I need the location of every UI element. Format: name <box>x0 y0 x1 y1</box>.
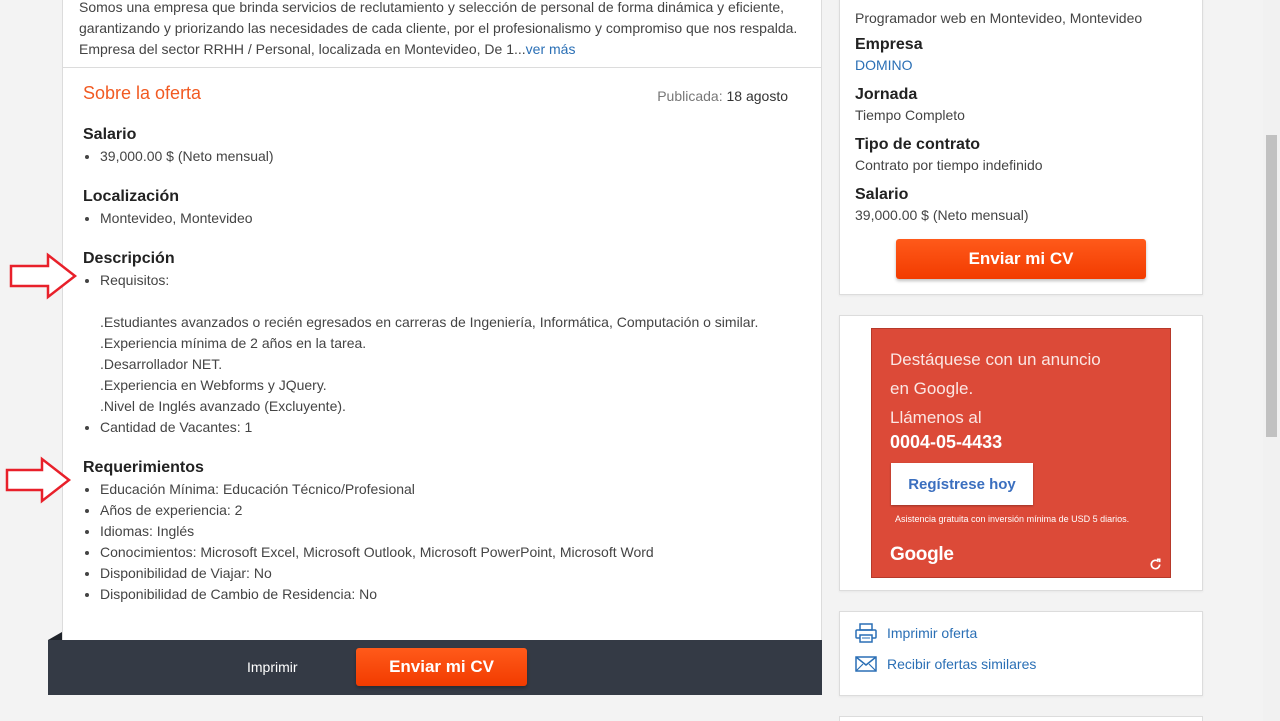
schedule-label: Jornada <box>855 86 918 103</box>
requirement-item: Conocimientos: Microsoft Excel, Microsof… <box>100 542 803 563</box>
location-value: Montevideo, Montevideo <box>100 208 803 229</box>
offer-details: Salario 39,000.00 $ (Neto mensual) Local… <box>83 124 803 624</box>
location-block: Localización Montevideo, Montevideo <box>83 186 803 229</box>
company-label: Empresa <box>855 36 923 53</box>
company-description-text: Somos una empresa que brinda servicios d… <box>79 0 798 57</box>
mail-icon <box>855 656 877 672</box>
requirement-item: Disponibilidad de Cambio de Residencia: … <box>100 584 803 605</box>
ad-register-button[interactable]: Regístrese hoy <box>891 463 1033 505</box>
schedule-summary: Jornada Tiempo Completo <box>855 86 965 123</box>
salary-summary-value: 39,000.00 $ (Neto mensual) <box>855 207 1029 223</box>
requirement-item: Idiomas: Inglés <box>100 521 803 542</box>
send-cv-button-side[interactable]: Enviar mi CV <box>896 239 1146 279</box>
description-block: Descripción Requisitos: .Estudiantes ava… <box>83 248 803 438</box>
requirement-item: Disponibilidad de Viajar: No <box>100 563 803 584</box>
job-detail-card: Somos una empresa que brinda servicios d… <box>62 0 822 650</box>
print-offer-label: Imprimir oferta <box>887 625 978 641</box>
see-more-link[interactable]: ver más <box>526 41 576 57</box>
print-button[interactable]: Imprimir <box>247 659 298 675</box>
job-summary-card: Programador web en Montevideo, Montevide… <box>839 0 1203 295</box>
published-date: Publicada: 18 agosto <box>657 88 788 104</box>
ad-headline: Destáquese con un anuncio en Google. Llá… <box>890 345 1101 432</box>
divider <box>63 67 821 68</box>
send-cv-button-bottom[interactable]: Enviar mi CV <box>356 648 527 686</box>
print-offer-link[interactable]: Imprimir oferta <box>855 623 977 643</box>
job-title-value: Programador web en Montevideo, Montevide… <box>855 10 1143 26</box>
description-line: .Experiencia mínima de 2 años en la tare… <box>100 335 367 351</box>
salary-summary: Salario 39,000.00 $ (Neto mensual) <box>855 186 1029 223</box>
requirements-intro-label: Requisitos: <box>100 272 170 288</box>
requirement-item: Años de experiencia: 2 <box>100 500 803 521</box>
google-logo: Google <box>890 544 954 565</box>
refresh-icon[interactable] <box>1149 558 1162 571</box>
description-heading: Descripción <box>83 250 175 267</box>
requirements-block: Requerimientos Educación Mínima: Educaci… <box>83 457 803 605</box>
printer-icon <box>855 623 877 643</box>
vacancies: Cantidad de Vacantes: 1 <box>100 417 803 438</box>
requirements-intro: Requisitos: .Estudiantes avanzados o rec… <box>100 270 803 417</box>
ad-line: en Google. <box>890 379 974 398</box>
action-bar-fold <box>48 632 62 640</box>
location-heading: Localización <box>83 188 180 205</box>
ad-card: Destáquese con un anuncio en Google. Llá… <box>839 315 1203 591</box>
salary-summary-label: Salario <box>855 186 909 203</box>
company-summary: Empresa DOMINO <box>855 36 923 73</box>
description-line: .Desarrollador NET. <box>100 356 223 372</box>
schedule-value: Tiempo Completo <box>855 107 965 123</box>
requirements-heading: Requerimientos <box>83 459 204 476</box>
contract-label: Tipo de contrato <box>855 136 981 153</box>
requirement-item: Educación Mínima: Educación Técnico/Prof… <box>100 479 803 500</box>
published-label: Publicada: <box>657 88 723 104</box>
salary-block: Salario 39,000.00 $ (Neto mensual) <box>83 124 803 167</box>
contract-summary: Tipo de contrato Contrato por tiempo ind… <box>855 136 1043 173</box>
similar-offers-link[interactable]: Recibir ofertas similares <box>855 655 1036 673</box>
ad-fine-print: Asistencia gratuita con inversión mínima… <box>895 514 1130 524</box>
ad-phone: 0004-05-4433 <box>890 432 1003 452</box>
published-value: 18 agosto <box>726 88 789 104</box>
company-description: Somos una empresa que brinda servicios d… <box>79 0 809 60</box>
scrollbar-thumb[interactable] <box>1266 135 1277 437</box>
annotation-arrow-icon <box>9 252 78 300</box>
annotation-arrow-icon <box>5 456 72 504</box>
salary-value: 39,000.00 $ (Neto mensual) <box>100 146 803 167</box>
ad-line: Destáquese con un anuncio <box>890 350 1101 369</box>
description-line: .Estudiantes avanzados o recién egresado… <box>100 314 759 330</box>
description-line: .Experiencia en Webforms y JQuery. <box>100 377 327 393</box>
salary-heading: Salario <box>83 126 137 143</box>
contract-value: Contrato por tiempo indefinido <box>855 157 1043 173</box>
sticky-action-bar: Imprimir Enviar mi CV <box>48 632 822 695</box>
ad-line: Llámenos al <box>890 408 982 427</box>
next-side-card <box>839 716 1203 721</box>
company-link[interactable]: DOMINO <box>855 57 923 73</box>
similar-offers-label: Recibir ofertas similares <box>887 656 1037 672</box>
offer-section-title: Sobre la oferta <box>83 83 202 103</box>
description-line: .Nivel de Inglés avanzado (Excluyente). <box>100 398 346 414</box>
job-title-summary: Programador web en Montevideo, Montevide… <box>855 7 1142 26</box>
offer-links-card: Imprimir oferta Recibir ofertas similare… <box>839 611 1203 696</box>
google-ad-banner[interactable]: Destáquese con un anuncio en Google. Llá… <box>871 328 1171 578</box>
